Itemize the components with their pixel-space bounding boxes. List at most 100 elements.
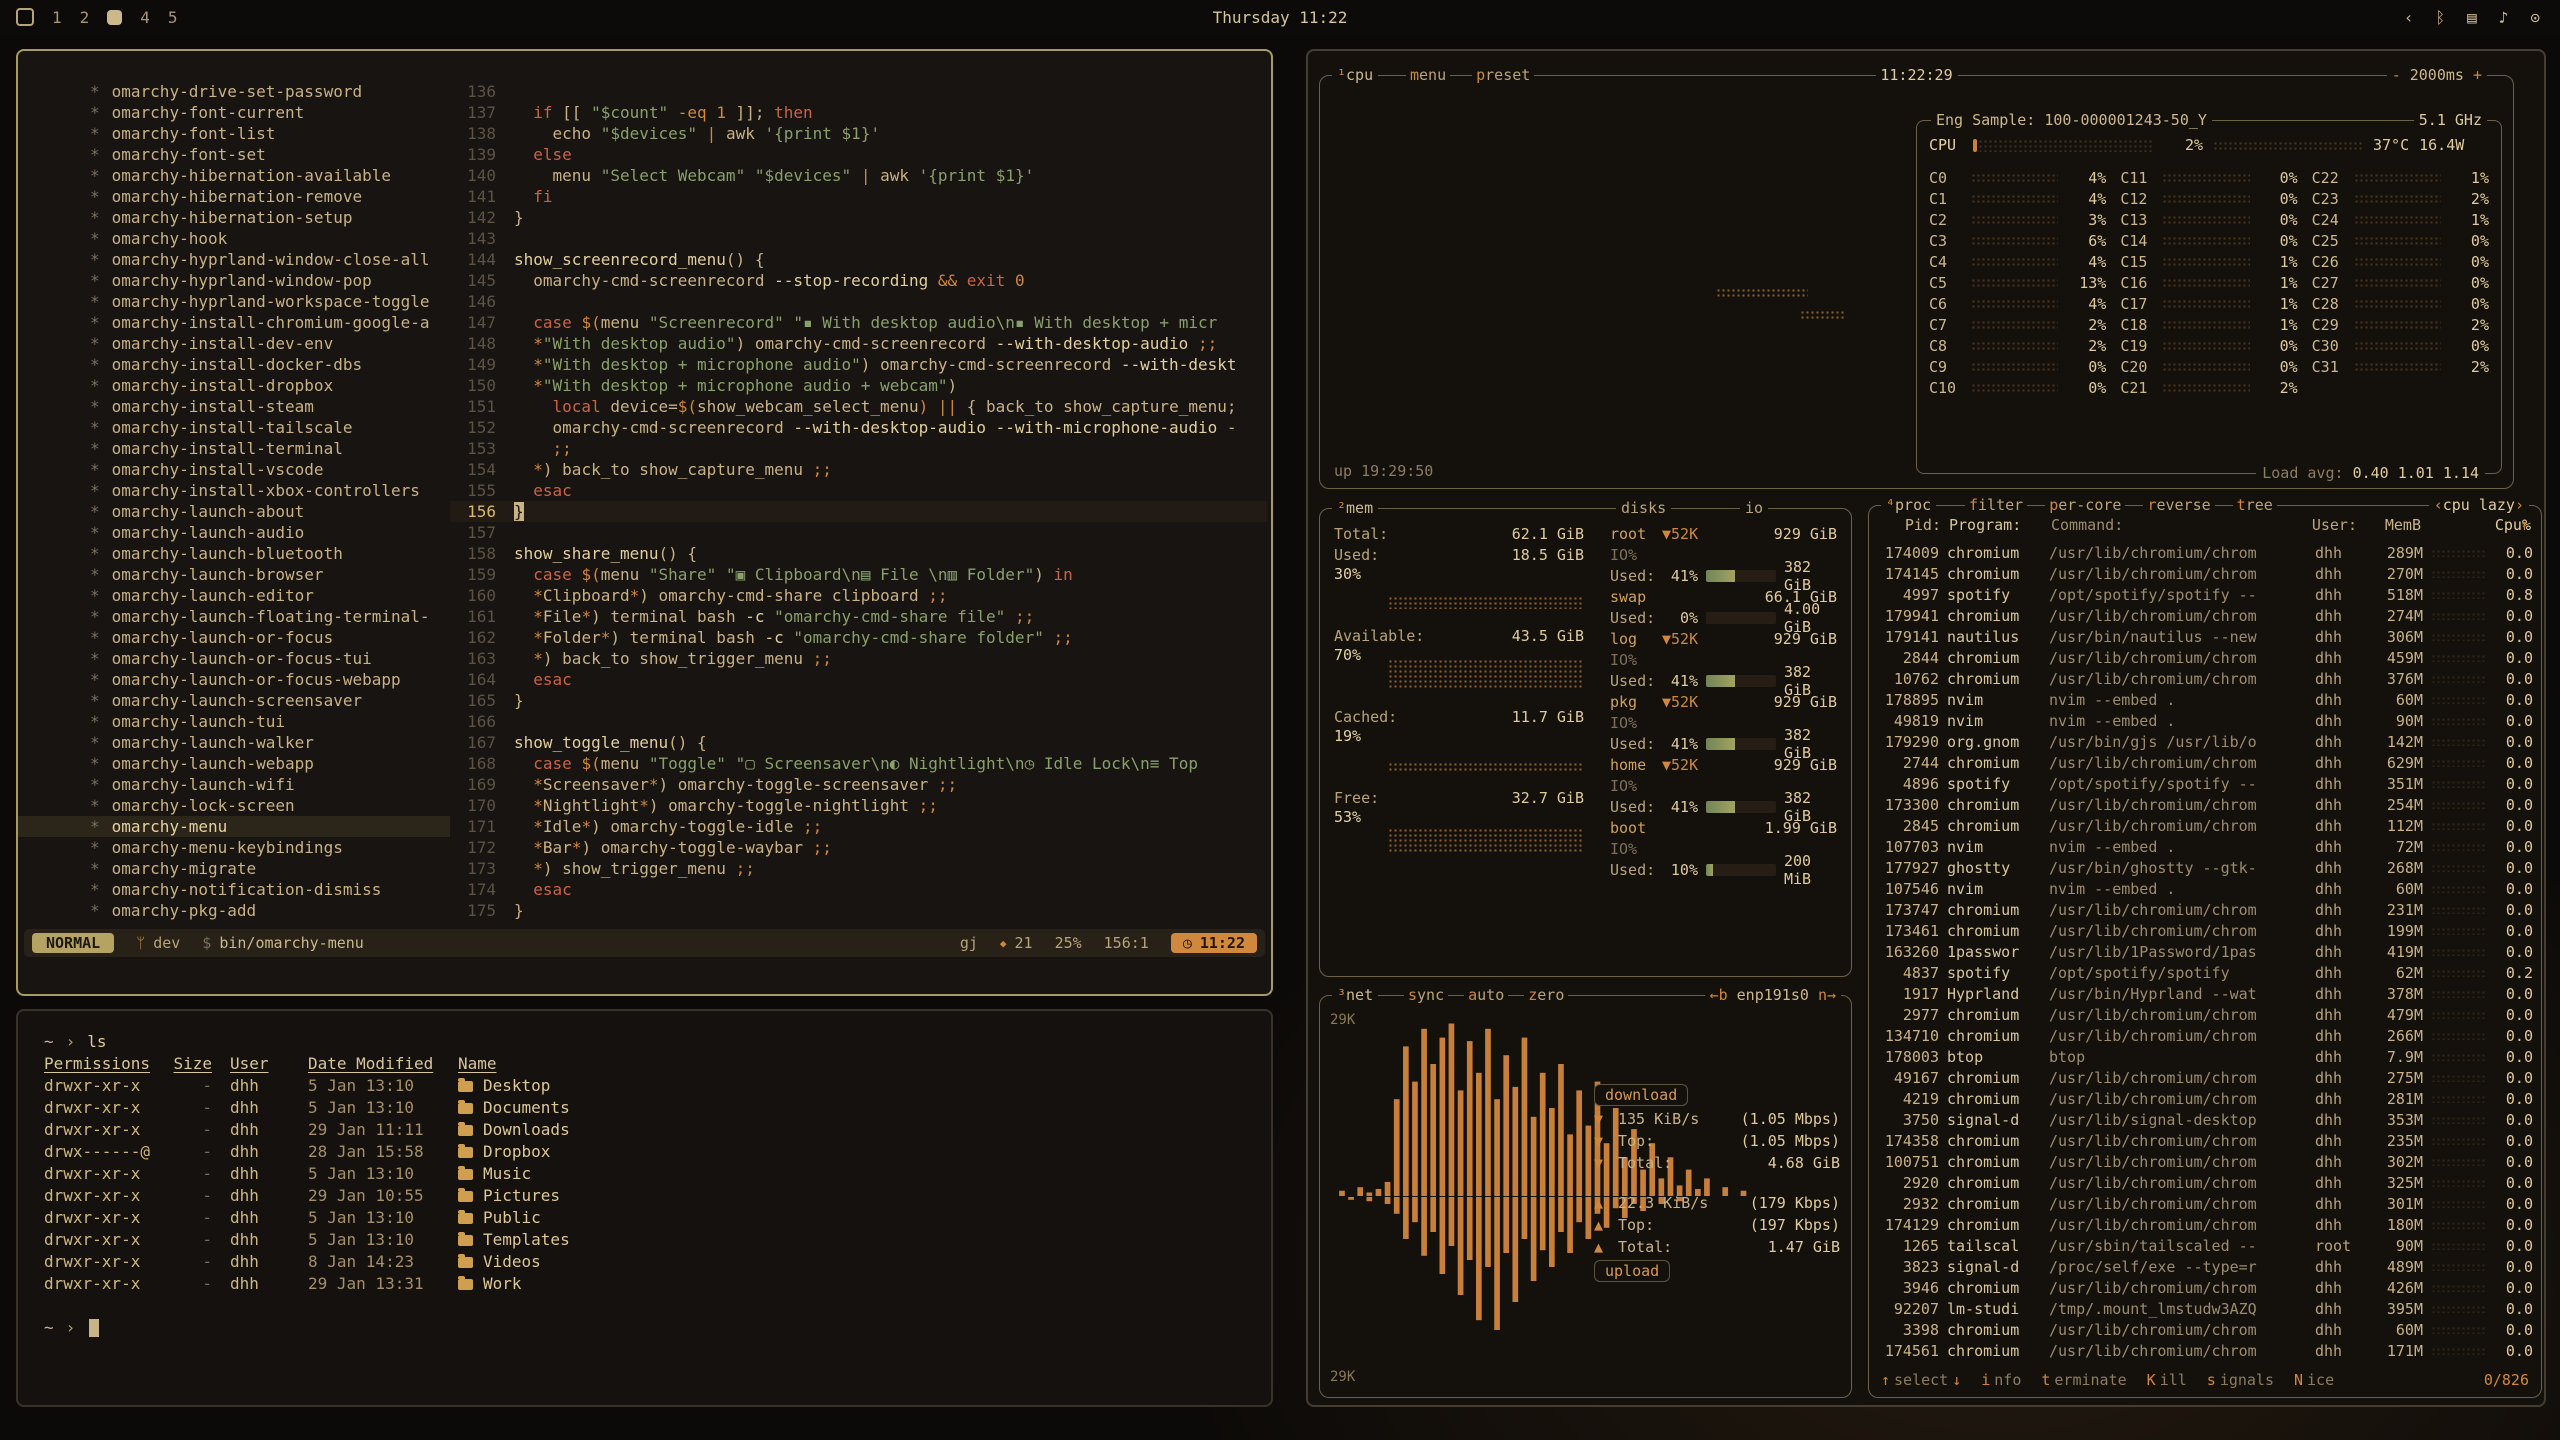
column-header[interactable]: Command: [2051, 516, 2304, 538]
file-list-item[interactable]: *omarchy-install-xbox-controllers [18, 480, 450, 501]
neovim-window[interactable]: *omarchy-drive-set-password*omarchy-font… [16, 49, 1273, 996]
file-list-item[interactable]: *omarchy-install-dropbox [18, 375, 450, 396]
network-box-title[interactable]: ³net [1332, 986, 1378, 1005]
file-list-item[interactable]: *omarchy-migrate [18, 858, 450, 879]
file-list-item[interactable]: *omarchy-install-chromium-google-a [18, 312, 450, 333]
file-list-item[interactable]: *omarchy-launch-browser [18, 564, 450, 585]
process-row[interactable]: 2920chromium/usr/lib/chromium/chromdhh32… [1877, 1172, 2533, 1193]
file-list-item[interactable]: *omarchy-launch-about [18, 501, 450, 522]
tab-auto[interactable]: auto [1464, 986, 1508, 1004]
column-header[interactable]: Program: [1949, 516, 2043, 538]
workspace-indicator[interactable]: 2 [80, 8, 90, 27]
process-row[interactable]: 174358chromium/usr/lib/chromium/chromdhh… [1877, 1130, 2533, 1151]
process-row[interactable]: 10762chromium/usr/lib/chromium/chromdhh3… [1877, 668, 2533, 689]
os-logo-icon[interactable] [16, 8, 34, 26]
interval-increase-button[interactable]: + [2473, 66, 2482, 84]
tab-tree[interactable]: tree [2233, 496, 2277, 514]
process-row[interactable]: 107703nvimnvim --embed .dhh72M0.0 [1877, 836, 2533, 857]
file-list-item[interactable]: *omarchy-font-list [18, 123, 450, 144]
file-list-item[interactable]: *omarchy-hook [18, 228, 450, 249]
file-list-item[interactable]: *omarchy-menu-keybindings [18, 837, 450, 858]
column-header[interactable]: Pid: [1879, 516, 1941, 538]
tab-per-core[interactable]: per-core [2045, 496, 2125, 514]
chevron-left-icon[interactable]: ‹ [2404, 8, 2414, 27]
file-list-item[interactable]: *omarchy-install-tailscale [18, 417, 450, 438]
file-list-item[interactable]: *omarchy-hyprland-window-pop [18, 270, 450, 291]
process-row[interactable]: 179290org.gnom/usr/bin/gjs /usr/lib/odhh… [1877, 731, 2533, 752]
interface-prev-button[interactable]: ←b [1710, 986, 1728, 1004]
process-row[interactable]: 177927ghostty/usr/bin/ghostty --gtk-dhh2… [1877, 857, 2533, 878]
process-row[interactable]: 179141nautilus/usr/bin/nautilus --newdhh… [1877, 626, 2533, 647]
process-row[interactable]: 4837spotify/opt/spotify/spotifydhh62M0.2 [1877, 962, 2533, 983]
process-row[interactable]: 3750signal-d/usr/lib/signal-desktopdhh35… [1877, 1109, 2533, 1130]
process-row[interactable]: 173747chromium/usr/lib/chromium/chromdhh… [1877, 899, 2533, 920]
column-header[interactable]: Cpu% [2429, 516, 2531, 538]
file-list-item[interactable]: *omarchy-notification-dismiss [18, 879, 450, 900]
column-header[interactable]: User: [2312, 516, 2357, 538]
file-list-item[interactable]: *omarchy-launch-screensaver [18, 690, 450, 711]
terminal-cursor[interactable] [89, 1319, 99, 1337]
file-list-item[interactable]: *omarchy-launch-or-focus [18, 627, 450, 648]
tab-reverse[interactable]: reverse [2143, 496, 2214, 514]
file-list-item[interactable]: *omarchy-install-vscode [18, 459, 450, 480]
tab-zero[interactable]: zero [1524, 986, 1568, 1004]
proc-action-terminate[interactable]: terminate [2041, 1371, 2126, 1389]
interval-decrease-button[interactable]: - [2392, 66, 2401, 84]
file-list-item[interactable]: *omarchy-pkg-add [18, 900, 450, 921]
workspace-indicator[interactable] [107, 10, 122, 25]
process-row[interactable]: 1632601passwor/usr/lib/1Password/1pasdhh… [1877, 941, 2533, 962]
process-row[interactable]: 2845chromium/usr/lib/chromium/chromdhh11… [1877, 815, 2533, 836]
memory-box-title[interactable]: ²mem [1332, 499, 1378, 518]
file-list-item[interactable]: *omarchy-menu [18, 816, 450, 837]
file-list-item[interactable]: *omarchy-launch-audio [18, 522, 450, 543]
process-row[interactable]: 2932chromium/usr/lib/chromium/chromdhh30… [1877, 1193, 2533, 1214]
file-list-item[interactable]: *omarchy-launch-wifi [18, 774, 450, 795]
file-list-item[interactable]: *omarchy-font-current [18, 102, 450, 123]
process-row[interactable]: 178003btopbtopdhh7.9M0.0 [1877, 1046, 2533, 1067]
workspace-indicator[interactable]: 5 [168, 8, 178, 27]
file-list-item[interactable]: *omarchy-install-dev-env [18, 333, 450, 354]
process-row[interactable]: 179941chromium/usr/lib/chromium/chromdhh… [1877, 605, 2533, 626]
file-list-item[interactable]: *omarchy-launch-tui [18, 711, 450, 732]
tab-sync[interactable]: sync [1404, 986, 1448, 1004]
proc-action-nice[interactable]: Nice [2294, 1371, 2334, 1389]
process-row[interactable]: 134710chromium/usr/lib/chromium/chromdhh… [1877, 1025, 2533, 1046]
process-row[interactable]: 49167chromium/usr/lib/chromium/chromdhh2… [1877, 1067, 2533, 1088]
select-control[interactable]: ↑ select ↓ [1881, 1371, 1961, 1389]
interface-selector[interactable]: ←b enp191s0 n→ [1705, 986, 1841, 1005]
process-row[interactable]: 92207lm-studi/tmp/.mount_lmstudw3AZQdhh3… [1877, 1298, 2533, 1319]
process-row[interactable]: 100751chromium/usr/lib/chromium/chromdhh… [1877, 1151, 2533, 1172]
process-row[interactable]: 4997spotify/opt/spotify/spotify --dhh518… [1877, 584, 2533, 605]
process-row[interactable]: 2744chromium/usr/lib/chromium/chromdhh62… [1877, 752, 2533, 773]
proc-action-info[interactable]: info [1981, 1371, 2021, 1389]
workspace-indicator[interactable]: 4 [140, 8, 150, 27]
process-row[interactable]: 174129chromium/usr/lib/chromium/chromdhh… [1877, 1214, 2533, 1235]
file-list-item[interactable]: *omarchy-font-set [18, 144, 450, 165]
file-list-item[interactable]: *omarchy-launch-editor [18, 585, 450, 606]
refresh-interval-control[interactable]: - 2000ms + [2387, 66, 2487, 85]
file-list-item[interactable]: *omarchy-launch-bluetooth [18, 543, 450, 564]
process-row[interactable]: 2977chromium/usr/lib/chromium/chromdhh47… [1877, 1004, 2533, 1025]
file-list-item[interactable]: *omarchy-hyprland-window-close-all [18, 249, 450, 270]
process-row[interactable]: 3398chromium/usr/lib/chromium/chromdhh60… [1877, 1319, 2533, 1340]
workspace-indicator[interactable]: 1 [52, 8, 62, 27]
power-icon[interactable]: ⊙ [2530, 8, 2540, 27]
process-row[interactable]: 174561chromium/usr/lib/chromium/chromdhh… [1877, 1340, 2533, 1361]
file-list-item[interactable]: *omarchy-install-docker-dbs [18, 354, 450, 375]
file-list-item[interactable]: *omarchy-lock-screen [18, 795, 450, 816]
tab-disks[interactable]: disks [1616, 499, 1671, 518]
process-row[interactable]: 173461chromium/usr/lib/chromium/chromdhh… [1877, 920, 2533, 941]
file-list-item[interactable]: *omarchy-launch-or-focus-webapp [18, 669, 450, 690]
process-row[interactable]: 3946chromium/usr/lib/chromium/chromdhh42… [1877, 1277, 2533, 1298]
prompt-line[interactable]: ~ › [44, 1317, 1257, 1339]
code-editor[interactable]: 136137 if [[ "$count" -eq 1 ]]; then138 … [450, 81, 1267, 921]
file-list-item[interactable]: *omarchy-install-steam [18, 396, 450, 417]
display-icon[interactable]: ▤ [2467, 8, 2477, 27]
file-list-item[interactable]: *omarchy-launch-walker [18, 732, 450, 753]
process-row[interactable]: 1917Hyprland/usr/bin/Hyprland --watdhh37… [1877, 983, 2533, 1004]
file-list-item[interactable]: *omarchy-drive-set-password [18, 81, 450, 102]
column-header[interactable]: MemB [2365, 516, 2421, 538]
file-list-item[interactable]: *omarchy-hibernation-remove [18, 186, 450, 207]
proc-action-signals[interactable]: signals [2207, 1371, 2274, 1389]
sort-selector[interactable]: ‹cpu lazy› [2429, 496, 2529, 515]
